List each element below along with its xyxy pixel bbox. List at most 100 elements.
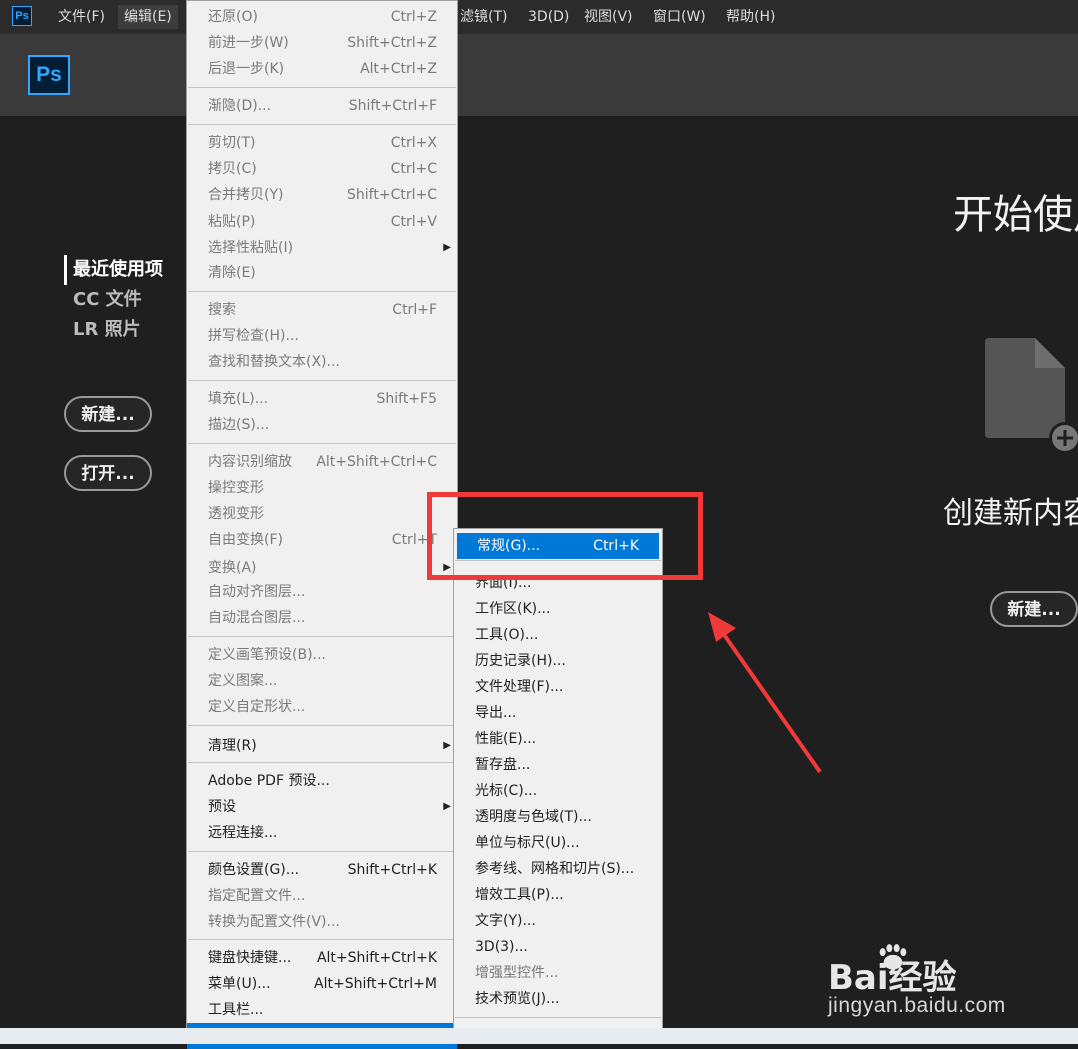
edit-menu-item[interactable]: Adobe PDF 预设... xyxy=(187,768,457,794)
new-button-main[interactable]: 新建... xyxy=(990,591,1078,627)
menu-separator xyxy=(188,87,456,88)
edit-menu-item[interactable]: 工具栏... xyxy=(187,997,457,1023)
edit-menu-item[interactable]: 定义自定形状... xyxy=(187,694,457,720)
preferences-menu-item[interactable]: 性能(E)... xyxy=(454,726,662,752)
menu-3d[interactable]: 3D(D) xyxy=(522,0,575,34)
preferences-menu-item[interactable]: 透明度与色域(T)... xyxy=(454,804,662,830)
edit-menu-item[interactable]: 清理(R) ▶ xyxy=(187,733,457,759)
edit-menu-item[interactable]: 查找和替换文本(X)... xyxy=(187,349,457,375)
preferences-menu-item[interactable]: 文件处理(F)... xyxy=(454,674,662,700)
new-document-icon[interactable] xyxy=(985,338,1078,458)
edit-menu-item[interactable]: 定义画笔预设(B)... xyxy=(187,642,457,668)
edit-menu-item[interactable]: 内容识别缩放 Alt+Shift+Ctrl+C xyxy=(187,449,457,475)
menu-filter[interactable]: 滤镜(T) xyxy=(454,0,513,34)
menu-separator xyxy=(188,291,456,292)
menu-separator xyxy=(188,851,456,852)
edit-menu-item[interactable]: 定义图案... xyxy=(187,668,457,694)
menu-view[interactable]: 视图(V) xyxy=(578,0,639,34)
watermark-url: jingyan.baidu.com xyxy=(828,994,1006,1017)
edit-menu-item[interactable]: 拷贝(C) Ctrl+C xyxy=(187,156,457,182)
edit-menu-item[interactable]: 自由变换(F) Ctrl+T xyxy=(187,527,457,553)
edit-menu-item[interactable]: 剪切(T) Ctrl+X xyxy=(187,130,457,156)
preferences-menu-item[interactable]: 3D(3)... xyxy=(454,934,662,960)
menu-item-label: 还原(O) xyxy=(208,9,258,25)
menu-item-label: 清理(R) xyxy=(208,738,257,754)
nav-cc-files[interactable]: CC 文件 xyxy=(64,285,163,315)
menu-item-label: 颜色设置(G)... xyxy=(208,862,300,878)
edit-menu-item[interactable]: 选择性粘贴(I) ▶ xyxy=(187,235,457,261)
menu-item-label: 性能(E)... xyxy=(475,731,537,747)
preferences-menu-item[interactable]: 工具(O)... xyxy=(454,622,662,648)
menu-item-label: 导出... xyxy=(475,705,517,721)
edit-menu-item[interactable]: 键盘快捷键... Alt+Shift+Ctrl+K xyxy=(187,945,457,971)
edit-menu-item[interactable]: 描边(S)... xyxy=(187,412,457,438)
menu-help[interactable]: 帮助(H) xyxy=(720,0,781,34)
preferences-menu-item[interactable]: 暂存盘... xyxy=(454,752,662,778)
menu-item-label: 操控变形 xyxy=(208,480,264,496)
open-button[interactable]: 打开... xyxy=(64,455,152,491)
edit-menu-item[interactable]: 合并拷贝(Y) Shift+Ctrl+C xyxy=(187,182,457,208)
menu-item-label: 剪切(T) xyxy=(208,135,256,151)
edit-menu-item[interactable]: 透视变形 xyxy=(187,501,457,527)
menu-item-label: 远程连接... xyxy=(208,825,278,841)
menu-separator xyxy=(188,124,456,125)
menu-item-label: 搜索 xyxy=(208,302,236,318)
menu-window[interactable]: 窗口(W) xyxy=(647,0,712,34)
menu-item-label: 自动混合图层... xyxy=(208,610,306,626)
menu-item-shortcut: Shift+Ctrl+K xyxy=(347,862,437,878)
edit-menu-item[interactable]: 前进一步(W) Shift+Ctrl+Z xyxy=(187,30,457,56)
edit-menu-item[interactable]: 后退一步(K) Alt+Ctrl+Z xyxy=(187,56,457,82)
edit-menu-item[interactable]: 操控变形 xyxy=(187,475,457,501)
preferences-menu-item[interactable]: 导出... xyxy=(454,700,662,726)
menu-item-shortcut: Shift+F5 xyxy=(376,391,437,407)
menu-item-label: 预设 xyxy=(208,799,236,815)
preferences-menu-item[interactable]: 增强型控件... xyxy=(454,960,662,986)
preferences-menu-item[interactable]: 工作区(K)... xyxy=(454,596,662,622)
menu-item-label: 参考线、网格和切片(S)... xyxy=(475,861,635,877)
menu-file[interactable]: 文件(F) xyxy=(52,0,111,34)
edit-menu-item[interactable]: 指定配置文件... xyxy=(187,883,457,909)
edit-menu-item[interactable]: 颜色设置(G)... Shift+Ctrl+K xyxy=(187,857,457,883)
menu-item-label: 拷贝(C) xyxy=(208,161,257,177)
menu-item-label: 文件处理(F)... xyxy=(475,679,564,695)
edit-menu-item[interactable]: 粘贴(P) Ctrl+V xyxy=(187,209,457,235)
preferences-menu-item[interactable]: 光标(C)... xyxy=(454,778,662,804)
edit-menu-item[interactable]: 还原(O) Ctrl+Z xyxy=(187,4,457,30)
edit-menu-item[interactable]: 自动对齐图层... xyxy=(187,579,457,605)
edit-menu-item[interactable]: 清除(E) xyxy=(187,260,457,286)
edit-menu-item[interactable]: 菜单(U)... Alt+Shift+Ctrl+M xyxy=(187,971,457,997)
edit-menu-item[interactable]: 转换为配置文件(V)... xyxy=(187,909,457,935)
menu-item-shortcut: Shift+Ctrl+C xyxy=(347,187,437,203)
menu-item-label: 光标(C)... xyxy=(475,783,538,799)
menu-item-shortcut: Ctrl+F xyxy=(392,302,437,318)
edit-menu-dropdown: 还原(O) Ctrl+Z 前进一步(W) Shift+Ctrl+Z 后退一步(K) Alt… xyxy=(186,0,458,1049)
new-button[interactable]: 新建... xyxy=(64,396,152,432)
preferences-menu-item[interactable]: 增效工具(P)... xyxy=(454,882,662,908)
menu-item-label: 后退一步(K) xyxy=(208,61,285,77)
preferences-menu-item[interactable]: 文字(Y)... xyxy=(454,908,662,934)
photoshop-app-icon[interactable]: Ps xyxy=(12,6,32,26)
menu-item-label: 历史记录(H)... xyxy=(475,653,566,669)
edit-menu-item[interactable]: 搜索 Ctrl+F xyxy=(187,297,457,323)
annotation-highlight-box xyxy=(427,492,703,580)
create-new-label: 创建新内容 xyxy=(943,496,1078,531)
preferences-menu-item[interactable]: 历史记录(H)... xyxy=(454,648,662,674)
edit-menu-item[interactable]: 变换(A) ▶ xyxy=(187,555,457,581)
nav-lr-photos[interactable]: LR 照片 xyxy=(64,315,163,345)
edit-menu-item[interactable]: 渐隐(D)... Shift+Ctrl+F xyxy=(187,93,457,119)
menu-separator xyxy=(188,762,456,763)
preferences-menu-item[interactable]: 参考线、网格和切片(S)... xyxy=(454,856,662,882)
preferences-menu-item[interactable]: 单位与标尺(U)... xyxy=(454,830,662,856)
menu-separator xyxy=(188,636,456,637)
preferences-menu-item[interactable]: 技术预览(J)... xyxy=(454,986,662,1012)
menu-edit[interactable]: 编辑(E) xyxy=(118,5,178,29)
nav-recent[interactable]: 最近使用项 xyxy=(64,255,163,285)
edit-menu-item[interactable]: 远程连接... xyxy=(187,820,457,846)
edit-menu-item[interactable]: 预设 ▶ xyxy=(187,794,457,820)
edit-menu-item[interactable]: 拼写检查(H)... xyxy=(187,323,457,349)
menu-item-label: 填充(L)... xyxy=(208,391,269,407)
menu-item-label: 清除(E) xyxy=(208,265,256,281)
edit-menu-item[interactable]: 自动混合图层... xyxy=(187,605,457,631)
menu-item-shortcut: Alt+Shift+Ctrl+M xyxy=(314,976,437,992)
edit-menu-item[interactable]: 填充(L)... Shift+F5 xyxy=(187,386,457,412)
